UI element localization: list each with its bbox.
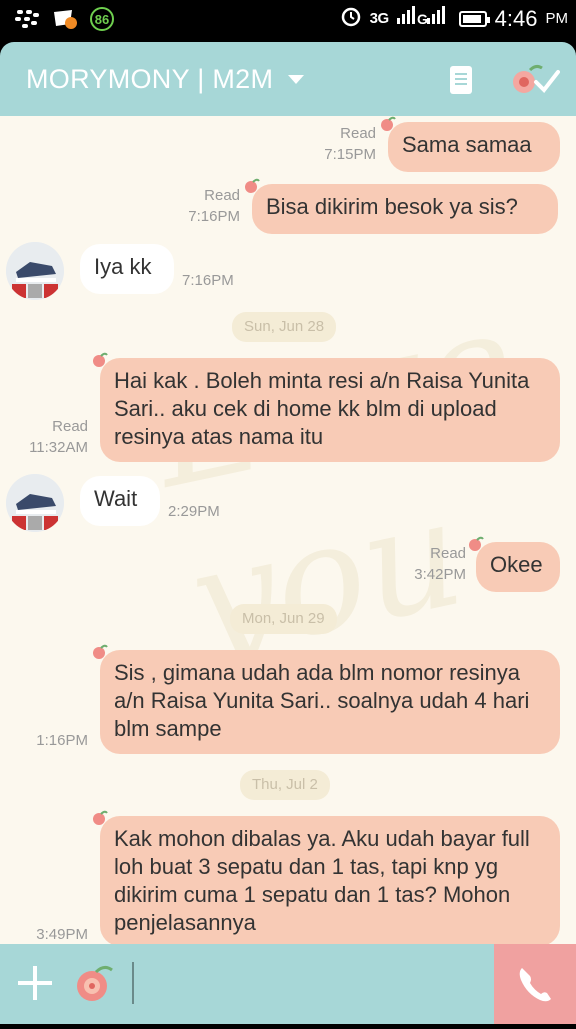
avatar[interactable] [6, 474, 64, 532]
background-watermark: Love you [138, 276, 530, 693]
read-receipt: Read [52, 418, 88, 435]
flower-icon [469, 536, 484, 551]
flower-icon [245, 178, 260, 193]
message-text: Iya kk [94, 254, 152, 279]
chat-title[interactable]: MORYMONY | M2M [26, 64, 273, 95]
phone-icon [519, 968, 551, 1002]
incoming-message[interactable]: Wait [80, 476, 160, 526]
flower-icon [381, 116, 396, 131]
message-text: Okee [490, 552, 543, 577]
flower-icon [93, 644, 108, 659]
outgoing-message[interactable]: Bisa dikirim besok ya sis? [245, 178, 558, 234]
outgoing-message[interactable]: Kak mohon dibalas ya. Aku udah bayar ful… [93, 810, 560, 944]
plus-icon[interactable] [18, 966, 52, 1000]
notification-icon [52, 7, 78, 31]
sticker-icon[interactable] [72, 962, 114, 1004]
avatar[interactable] [6, 242, 64, 300]
battery-icon [458, 10, 490, 27]
outgoing-message[interactable]: Sama samaa [381, 116, 560, 172]
message-text: Wait [94, 486, 138, 511]
read-receipt: Read [204, 187, 240, 204]
message-text: Sama samaa [402, 132, 532, 157]
chevron-down-icon[interactable] [288, 75, 304, 84]
read-receipt: Read [340, 125, 376, 142]
bbm-icon [14, 7, 40, 31]
svg-text:G: G [417, 11, 428, 26]
message-meta: Read 7:15PM [300, 123, 376, 165]
message-meta: Read 7:16PM [170, 185, 240, 227]
input-bar [0, 944, 576, 1024]
message-input[interactable] [132, 962, 134, 1004]
message-text: Hai kak . Boleh minta resi a/n Raisa Yun… [114, 368, 530, 449]
outgoing-message[interactable]: Hai kak . Boleh minta resi a/n Raisa Yun… [93, 352, 560, 462]
message-meta: Read 3:42PM [400, 543, 466, 585]
outgoing-message[interactable]: Sis , gimana udah ada blm nomor resinya … [93, 644, 560, 754]
message-text: Bisa dikirim besok ya sis? [266, 194, 518, 219]
message-time: 3:49PM [36, 926, 88, 943]
date-divider: Sun, Jun 28 [232, 312, 337, 342]
status-bar: 86 3G G 4:46 PM [0, 0, 576, 42]
alarm-icon [340, 5, 362, 32]
network-label: 3G [369, 10, 390, 27]
clock-ampm: PM [545, 10, 569, 27]
message-time: 7:15PM [324, 146, 376, 163]
chat-header: MORYMONY | M2M [0, 42, 576, 116]
message-text: Sis , gimana udah ada blm nomor resinya … [114, 660, 530, 741]
message-time: 7:16PM [188, 208, 240, 225]
clock-time: 4:46 [494, 5, 538, 31]
chat-area[interactable]: Love you Read 7:15PM Sama samaa Read 7:1… [0, 116, 576, 944]
message-text: Kak mohon dibalas ya. Aku udah bayar ful… [114, 826, 530, 935]
message-time: 1:16PM [36, 732, 88, 749]
memo-icon[interactable] [450, 66, 472, 94]
message-time: 7:16PM [182, 272, 234, 289]
flower-icon [93, 352, 108, 367]
flower-check-icon[interactable] [508, 60, 560, 100]
read-receipt: Read [430, 545, 466, 562]
message-time: 11:32AM [29, 439, 88, 456]
message-meta: Read 11:32AM [20, 416, 88, 458]
message-time: 3:42PM [414, 566, 466, 583]
battery-badge-icon: 86 [90, 7, 114, 31]
date-divider: Mon, Jun 29 [230, 604, 337, 634]
date-divider: Thu, Jul 2 [240, 770, 330, 800]
incoming-message[interactable]: Iya kk [80, 244, 174, 294]
message-time: 2:29PM [168, 503, 220, 520]
outgoing-message[interactable]: Okee [469, 536, 560, 592]
flower-icon [93, 810, 108, 825]
call-button[interactable] [494, 944, 576, 1024]
signal-icon: G [396, 6, 451, 31]
